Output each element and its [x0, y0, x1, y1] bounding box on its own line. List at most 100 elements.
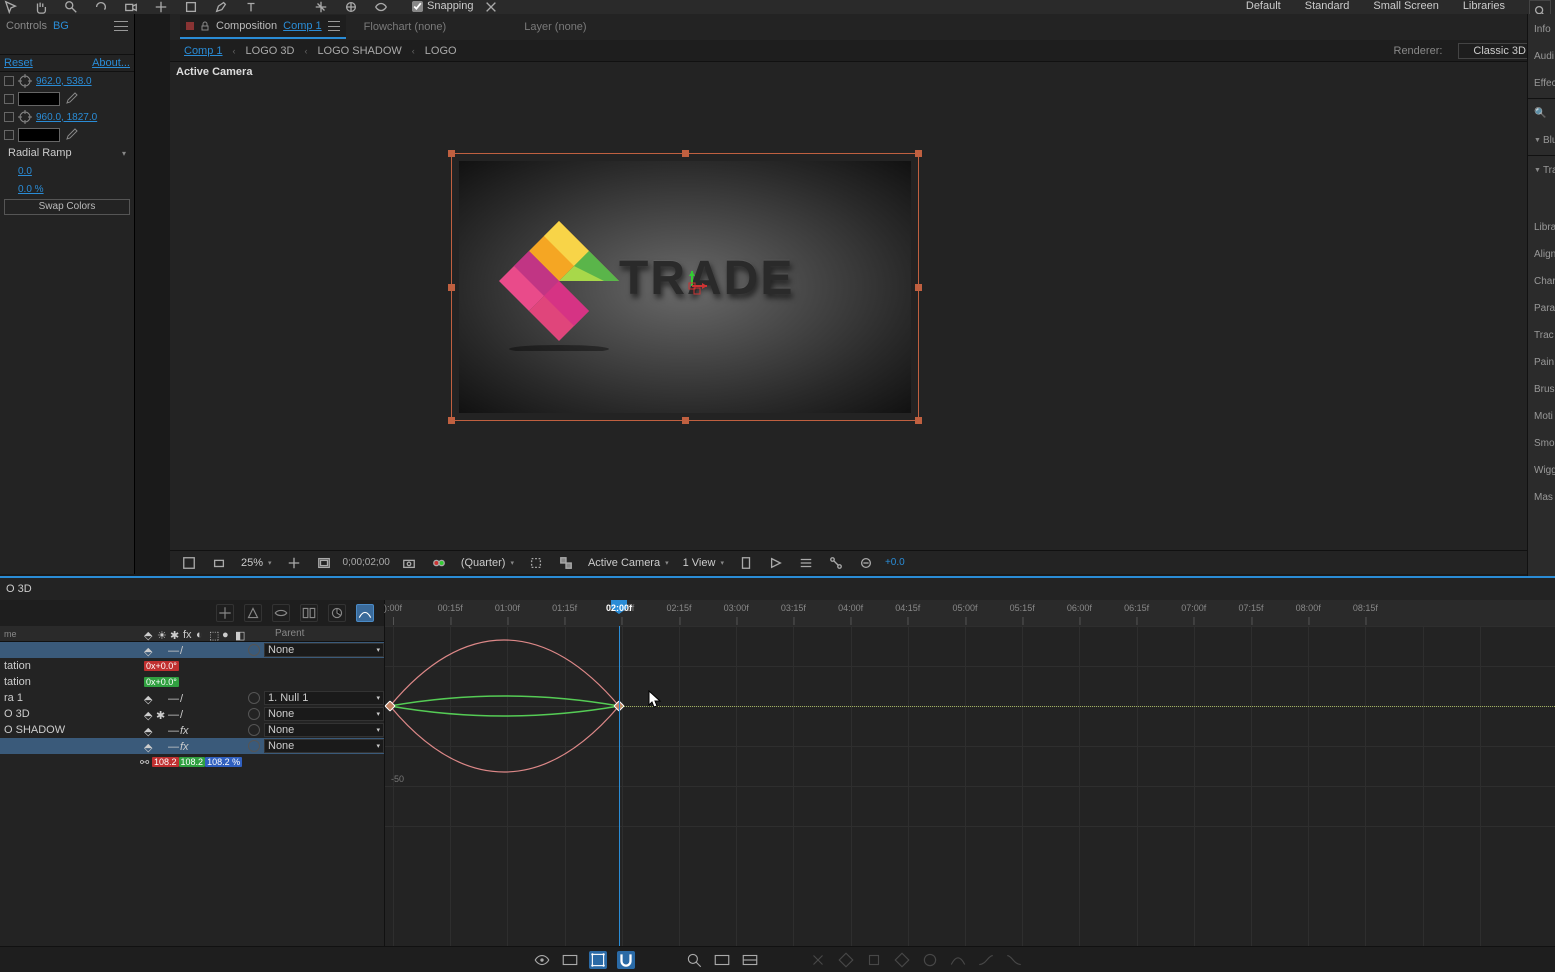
tool-zoom[interactable]: [64, 0, 84, 12]
show-transform-box-icon[interactable]: [589, 951, 607, 969]
start-point-stopwatch[interactable]: [4, 76, 14, 86]
pickwhip-icon[interactable]: [248, 740, 260, 752]
workspace-standard[interactable]: Standard: [1305, 0, 1350, 14]
layer-row[interactable]: ra 1⬘—/1. Null 1▾: [0, 690, 384, 706]
tool-pen[interactable]: [214, 0, 234, 12]
selection-handle[interactable]: [448, 284, 455, 291]
composition-tab[interactable]: Composition Comp 1: [180, 15, 346, 39]
eye-icon[interactable]: [533, 951, 551, 969]
comp-flowchart-icon[interactable]: [825, 552, 847, 574]
tool-hand[interactable]: [34, 0, 54, 12]
parent-dropdown[interactable]: None▾: [264, 723, 384, 737]
eyedropper-icon[interactable]: [64, 92, 78, 106]
fit-all-icon[interactable]: [741, 951, 759, 969]
pickwhip-icon[interactable]: [248, 692, 260, 704]
layer-row[interactable]: ⬘—/None▾: [0, 642, 384, 658]
timeline-tab[interactable]: O 3D: [6, 583, 32, 595]
convert-linear-icon[interactable]: [893, 951, 911, 969]
transparency-grid-icon[interactable]: [555, 552, 577, 574]
composition-canvas[interactable]: TRADE: [455, 157, 915, 417]
magnification-icon[interactable]: [208, 552, 230, 574]
tool-shape[interactable]: [184, 0, 204, 12]
start-color-swatch[interactable]: [18, 92, 60, 106]
switches-icon[interactable]: ☀: [157, 629, 167, 639]
separate-dimensions-icon[interactable]: [809, 951, 827, 969]
panel-menu-icon[interactable]: [328, 21, 340, 31]
right-tab-align[interactable]: Align: [1528, 241, 1555, 268]
choose-graph-type-icon[interactable]: [561, 951, 579, 969]
tool-selection[interactable]: [4, 0, 24, 12]
end-color-stopwatch[interactable]: [4, 130, 14, 140]
end-color-swatch[interactable]: [18, 128, 60, 142]
ramp-shape-dropdown[interactable]: Radial Ramp ▾: [4, 144, 130, 162]
always-preview-icon[interactable]: [178, 552, 200, 574]
parent-dropdown[interactable]: None▾: [264, 739, 384, 753]
graph-editor-area[interactable]: -50: [385, 626, 1555, 946]
breadcrumb-logo[interactable]: LOGO: [425, 45, 457, 57]
edit-keyframe-icon[interactable]: [837, 951, 855, 969]
tool-rotate[interactable]: [94, 0, 114, 12]
flowchart-tab[interactable]: Flowchart (none): [364, 21, 447, 33]
fit-selection-icon[interactable]: [713, 951, 731, 969]
breadcrumb-comp[interactable]: Comp 1: [184, 45, 223, 57]
selection-handle[interactable]: [915, 150, 922, 157]
graph-editor-icon[interactable]: [356, 604, 374, 622]
tool-camera[interactable]: [124, 0, 144, 12]
fast-preview-icon[interactable]: [765, 552, 787, 574]
workspace-search-icon[interactable]: [1529, 0, 1551, 14]
right-tab-tracker[interactable]: Trac: [1528, 322, 1555, 349]
breadcrumb-shadow[interactable]: LOGO SHADOW: [317, 45, 401, 57]
layer-tab[interactable]: Layer (none): [524, 21, 586, 33]
roi-icon[interactable]: [525, 552, 547, 574]
pickwhip-icon[interactable]: [248, 644, 260, 656]
auto-zoom-graph-icon[interactable]: [685, 951, 703, 969]
layer-row[interactable]: tation0x+0.0°: [0, 658, 384, 674]
show-channel-icon[interactable]: [428, 552, 450, 574]
effect-controls-layer-name[interactable]: BG: [53, 20, 69, 32]
tool-text[interactable]: [244, 0, 264, 12]
switches-icon[interactable]: ⬚: [209, 629, 219, 639]
view-layout-dropdown[interactable]: 1 View▾: [680, 557, 727, 569]
current-time-display[interactable]: 0;00;02;00: [343, 557, 390, 568]
scale-property-row[interactable]: ⚯108.2108.2108.2 %: [0, 754, 384, 770]
right-tab-character[interactable]: Char: [1528, 268, 1555, 295]
layer-row[interactable]: ⬘—fxNone▾: [0, 738, 384, 754]
switches-icon[interactable]: ✱: [170, 629, 180, 639]
tool-axis-world[interactable]: [344, 0, 364, 12]
tool-axis-local[interactable]: [314, 0, 334, 12]
right-tab-motion[interactable]: Moti: [1528, 403, 1555, 430]
pickwhip-icon[interactable]: [248, 724, 260, 736]
switches-icon[interactable]: ●: [222, 629, 232, 639]
safe-zones-icon[interactable]: [313, 552, 335, 574]
workspace-libraries[interactable]: Libraries: [1463, 0, 1505, 14]
right-tab-mask[interactable]: Mas: [1528, 484, 1555, 511]
reset-exposure-icon[interactable]: [855, 552, 877, 574]
switches-icon[interactable]: ◐: [196, 629, 206, 639]
scale-value[interactable]: 108.2: [152, 757, 179, 767]
easy-ease-in-icon[interactable]: [977, 951, 995, 969]
keyframe-value[interactable]: 0x+0.0°: [144, 661, 179, 671]
start-color-stopwatch[interactable]: [4, 94, 14, 104]
search-icon[interactable]: 🔍: [1528, 100, 1555, 127]
draft-3d-icon[interactable]: [244, 604, 262, 622]
snapshot-icon[interactable]: [398, 552, 420, 574]
right-tab-audio[interactable]: Audi: [1528, 43, 1555, 70]
effect-about-link[interactable]: About...: [92, 57, 130, 69]
right-tab-blur[interactable]: Blur: [1528, 127, 1555, 154]
comp-mini-flowchart-icon[interactable]: [216, 604, 234, 622]
crosshair-icon[interactable]: [18, 110, 32, 124]
scale-value[interactable]: 108.2: [179, 757, 206, 767]
pixel-aspect-icon[interactable]: [735, 552, 757, 574]
right-tab-libraries[interactable]: Libra: [1528, 214, 1555, 241]
timeline-ruler[interactable]: ):00f00:15f01:00f01:15f02:00f02:15f03:00…: [385, 600, 1555, 626]
eyedropper-icon[interactable]: [64, 128, 78, 142]
selection-handle[interactable]: [915, 417, 922, 424]
resolution-icon[interactable]: [283, 552, 305, 574]
parent-dropdown[interactable]: None▾: [264, 643, 384, 657]
crosshair-icon[interactable]: [18, 74, 32, 88]
workspace-default[interactable]: Default: [1246, 0, 1281, 14]
constrain-proportions-icon[interactable]: ⚯: [140, 756, 152, 768]
parent-dropdown[interactable]: 1. Null 1▾: [264, 691, 384, 705]
selection-handle[interactable]: [915, 284, 922, 291]
resolution-dropdown[interactable]: (Quarter)▾: [458, 557, 517, 569]
